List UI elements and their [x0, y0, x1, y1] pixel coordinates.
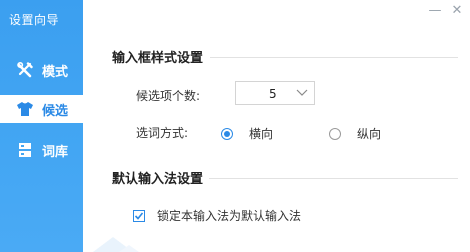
- checkbox-box: [133, 209, 145, 222]
- sidebar-item-candidates[interactable]: 候选: [0, 95, 83, 123]
- decorative-watermark: [93, 237, 139, 252]
- radio-circle: [329, 127, 341, 140]
- lock-default-ime-checkbox[interactable]: 锁定本输入法为默认输入法: [133, 207, 301, 224]
- section-divider: [210, 57, 458, 58]
- radio-vertical[interactable]: 纵向: [329, 125, 381, 142]
- radio-circle: [221, 127, 233, 140]
- sidebar-item-label: 词库: [42, 144, 69, 160]
- candidate-count-label: 候选项个数:: [136, 89, 201, 103]
- chevron-down-icon: [296, 89, 308, 96]
- check-icon: [134, 211, 144, 220]
- radio-horizontal[interactable]: 横向: [221, 125, 273, 142]
- select-mode-label: 选词方式:: [136, 126, 189, 140]
- app-title: 设置向导: [9, 13, 60, 27]
- minimize-button[interactable]: —: [428, 4, 442, 18]
- database-icon: [16, 141, 34, 159]
- default-ime-title: 默认输入法设置: [112, 172, 204, 187]
- tools-icon: [16, 61, 34, 79]
- sidebar-item-label: 候选: [42, 103, 69, 119]
- sidebar-item-label: 模式: [42, 64, 69, 80]
- sidebar-item-mode[interactable]: 模式: [0, 56, 83, 84]
- radio-label: 纵向: [357, 127, 382, 141]
- close-button[interactable]: ✕: [450, 4, 464, 18]
- candidate-count-select[interactable]: 5: [235, 81, 315, 105]
- input-box-style-title: 输入框样式设置: [112, 51, 204, 66]
- checkbox-label: 锁定本输入法为默认输入法: [157, 209, 302, 223]
- section-divider: [209, 178, 458, 179]
- sidebar: 设置向导 模式 候选 词库: [0, 0, 83, 252]
- candidate-count-value: 5: [269, 87, 277, 101]
- shirt-icon: [16, 100, 34, 118]
- radio-label: 横向: [249, 127, 274, 141]
- sidebar-item-dictionary[interactable]: 词库: [0, 136, 83, 164]
